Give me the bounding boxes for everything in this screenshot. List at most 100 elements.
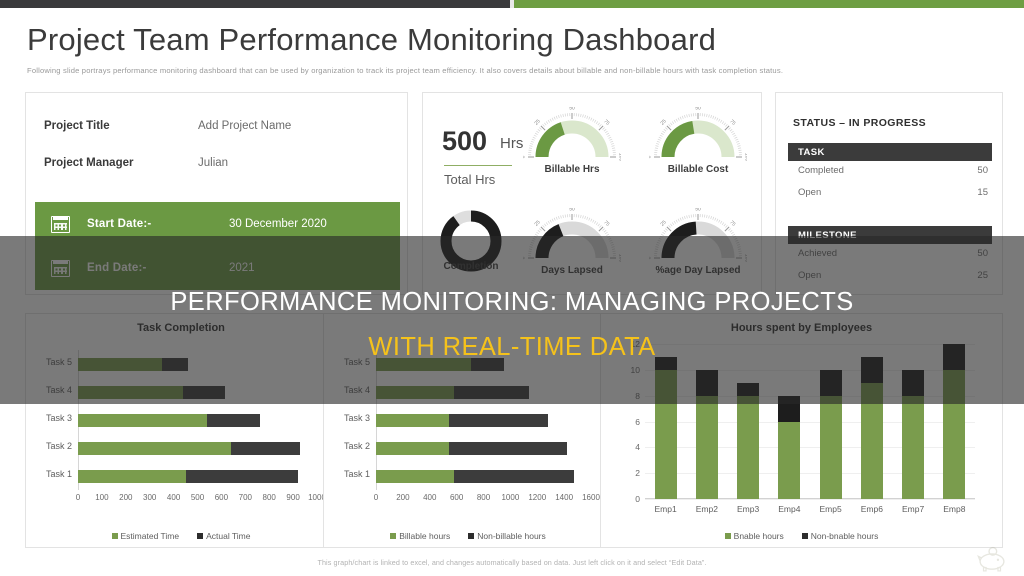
project-title-label: Project Title [44,120,110,132]
bar-segment [78,442,231,455]
page-subtitle: Following slide portrays performance mon… [27,66,784,75]
legend-item-actual-time: Actual Time [197,531,250,541]
bar-segment [453,470,574,483]
legend-item-billable-hours: Bnable hours [724,531,784,541]
project-manager-value[interactable]: Julian [198,157,228,169]
legend-swatch-icon [468,533,475,539]
status-row-task-open: Open 15 [798,187,988,198]
billable-cost-gauge: 0 25 50 75 100 Billable Cost [649,107,747,181]
svg-text:75: 75 [728,219,736,227]
calendar-icon [51,215,70,233]
legend-label: Non-billable hours [477,531,546,541]
x-tick-label: 200 [119,493,133,502]
x-tick-label: 800 [262,493,276,502]
x-tick-label: 900 [286,493,300,502]
x-tick-label: 800 [476,493,491,502]
legend-swatch-icon [390,533,397,539]
chart-legend: Billable hours Non-billable hours [324,531,612,541]
bar-category-label: Task 1 [45,469,72,479]
svg-text:50: 50 [569,107,575,111]
gauge-label: Billable Cost [667,164,729,175]
bar-row: Task 2 [46,434,317,462]
bar-category-label: Emp3 [737,504,760,514]
legend-label: Bnable hours [733,531,784,541]
task-section-header-label: TASK [798,146,825,158]
bar-category-label: Emp4 [778,504,801,514]
bar-category-label: Task 1 [343,469,370,479]
page-title: Project Team Performance Monitoring Dash… [27,22,717,57]
bar-category-label: Emp2 [695,504,718,514]
y-tick-label: 2 [635,468,640,479]
legend-swatch-icon [197,533,204,539]
total-hours-unit: Hrs [500,135,524,152]
legend-item-estimated-time: Estimated Time [111,531,179,541]
status-heading: STATUS – IN PROGRESS [793,117,927,129]
x-tick-label: 300 [143,493,157,502]
bar-row: Task 1 [344,462,591,490]
total-hours-value: 500 [442,126,488,156]
bar-segment [376,470,454,483]
bar-row: Task 3 [344,406,591,434]
bar-category-label: Emp5 [819,504,842,514]
svg-text:50: 50 [695,107,701,111]
y-tick-label: 6 [635,416,640,427]
x-tick-label: 700 [238,493,252,502]
x-axis-ticks: 0 100 200 300 400 500 600 700 800 900 1000 [75,490,326,504]
chart-legend: Bnable hours Non-bnable hours [601,531,1002,541]
x-tick-label: 600 [449,493,464,502]
overlay-title-line-1: PERFORMANCE MONITORING: MANAGING PROJECT… [170,288,854,316]
bar-segment [737,395,760,499]
svg-text:25: 25 [659,219,667,227]
x-tick-label: 100 [95,493,109,502]
bar-category-label: Emp7 [902,504,925,514]
row-value: 50 [977,165,988,176]
task-section-header: TASK [788,143,992,161]
svg-text:25: 25 [533,118,541,126]
completion-percent: 90% [462,227,479,236]
row-value: 15 [977,187,988,198]
divider [444,165,512,166]
project-title-value[interactable]: Add Project Name [198,120,291,132]
bar-category-label: Task 2 [343,441,370,451]
bar-category-label: Emp8 [943,504,966,514]
x-axis-ticks: 0 200 400 600 800 1000 1200 1400 1600 [374,490,600,504]
gridline [645,421,975,423]
svg-text:75: 75 [602,219,610,227]
x-tick-label: 600 [214,493,229,502]
gridline [645,447,975,449]
legend-item-billable-hours: Billable hours [390,531,450,541]
total-hours-label: Total Hrs [444,172,496,187]
bar-category-label: Emp1 [654,504,677,514]
bar-segment [819,395,842,499]
bar-segment [695,395,718,499]
svg-text:25: 25 [533,219,541,227]
bar-segment [185,470,298,483]
x-tick-label: 400 [166,493,181,502]
svg-text:25: 25 [659,118,667,126]
y-tick-label: 4 [635,442,640,453]
svg-text:50: 50 [695,208,701,212]
bar-segment [78,470,186,483]
chart-legend: Estimated Time Actual Time [26,531,336,541]
legend-swatch-icon [801,533,808,539]
bar-segment [376,442,450,455]
gridline [645,499,975,500]
bar-row: Task 3 [46,406,317,434]
svg-text:75: 75 [602,118,610,126]
gridline [645,473,975,475]
start-date-value: 30 December 2020 [229,218,327,230]
legend-label: Non-bnable hours [810,531,879,541]
svg-text:50: 50 [569,208,575,212]
bar-segment [449,442,568,455]
svg-text:100: 100 [744,153,747,162]
x-tick-label: 1600 [582,493,600,502]
svg-text:0: 0 [523,155,526,158]
bar-category-label: Task 3 [343,413,370,423]
bar-row: Task 1 [46,462,317,490]
bar-segment [207,414,260,427]
start-date-label: Start Date:- [87,218,152,230]
x-tick-label: 1200 [528,493,547,502]
x-tick-label: 0 [75,493,81,502]
y-tick-label: 0 [635,494,640,504]
top-accent-bar [0,0,1024,8]
